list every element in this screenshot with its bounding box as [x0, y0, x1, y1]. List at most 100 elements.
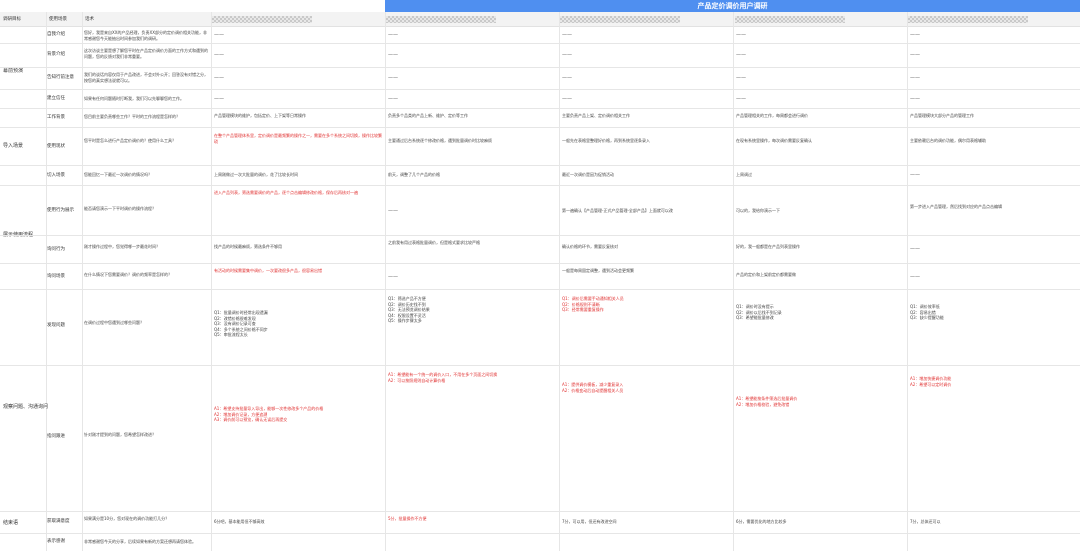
answer-empty: —— — [214, 96, 224, 102]
answer-cell[interactable]: 主要通过后台系统逐个修改价格，遇到批量调价时比较麻烦 — [388, 138, 556, 158]
answer-empty: —— — [388, 208, 398, 214]
answer-cell[interactable]: 产品管理模块大部分产品的管理工作 — [910, 113, 1078, 125]
answer-cell[interactable]: 5分，批量操作不方便 — [388, 516, 556, 530]
answer-empty: —— — [736, 75, 746, 81]
answer-empty: —— — [388, 274, 398, 280]
scene-label: 背景介绍 — [47, 52, 65, 57]
answer-empty: —— — [214, 32, 224, 38]
script-cell[interactable]: 您平时是怎么进行产品定价调价的？使用什么工具？ — [84, 138, 208, 156]
table-row[interactable]: 发现问题 在调价过程中您遇到过哪些问题？ Q1：批量调价时经常出现遗漏 Q2：改… — [0, 290, 1080, 366]
answer-empty: —— — [910, 274, 920, 280]
answer-cell[interactable]: A1：希望能有一个统一的调价入口，不用在多个页面之间切换 A2：可以按照规则自动… — [388, 372, 556, 502]
answer-cell[interactable]: 上周刚做过一次大批量的调价，花了比较长时间 — [214, 172, 382, 182]
answer-cell[interactable]: 进入产品列表，筛选需要调价的产品，逐个点击编辑修改价格，保存后再核对一遍 — [214, 190, 382, 232]
scene-label: 工作背景 — [47, 115, 65, 120]
answer-empty: —— — [214, 52, 224, 58]
table-row[interactable]: 询问场景 在什么情况下您需要调价？调价的频率是怎样的？ 有活动的时候需要集中调价… — [0, 264, 1080, 290]
answer-cell[interactable]: 好的，我一般都是在产品列表里操作 — [736, 244, 904, 256]
spreadsheet: 产品定价调价用户调研 调研目标 使用场景 话术 幕前预演 导入场景 展示使用流程… — [0, 0, 1080, 551]
answer-empty: —— — [388, 32, 398, 38]
table-row[interactable]: 使用行为展示 能否请您演示一下平时调价的操作流程？ 进入产品列表，筛选需要调价的… — [0, 186, 1080, 236]
answer-empty: —— — [910, 75, 920, 81]
answer-cell[interactable]: 找产品的时候最麻烦，筛选条件不够用 — [214, 244, 382, 256]
table-row[interactable]: 询问行为 刚才操作过程中，您觉得哪一步最花时间？ 找产品的时候最麻烦，筛选条件不… — [0, 236, 1080, 264]
table-row[interactable]: 获取满意度 如果满分是10分，您对现在的调价功能打几分？ 6分吧，基本能用但不够… — [0, 512, 1080, 534]
answer-cell[interactable]: A1：希望能按条件筛选后批量调价 A2：增加价格校验，避免改错 — [736, 396, 904, 476]
answer-empty: —— — [214, 75, 224, 81]
script-cell[interactable]: 能否请您演示一下平时调价的操作流程？ — [84, 206, 208, 218]
answer-cell[interactable]: 一般先在表格里整理好价格，再到系统里逐条录入 — [562, 138, 730, 158]
script-cell[interactable]: 您好，我是来自XX的产品经理，负责XX部分的定价调价相关功能，非常感谢您今天能抽… — [84, 30, 208, 42]
answer-cell[interactable]: Q1：调价效率低 Q2：容易出错 Q3：缺少提醒功能 — [910, 304, 1078, 344]
sheet-title: 产品定价调价用户调研 — [385, 0, 1080, 12]
answer-cell[interactable]: 6分，需要优化的地方比较多 — [736, 519, 904, 527]
answer-cell[interactable]: 在整个产品管理体系里，定价调价是最频繁的操作之一，需要在多个系统之间切换，操作比… — [214, 133, 382, 163]
header-redacted-5 — [908, 16, 1028, 23]
answer-cell[interactable]: 确认价格的环节，需要反复核对 — [562, 244, 730, 256]
answer-cell[interactable]: Q1：批量调价时经常出现遗漏 Q2：改错价格很难发现 Q3：没有调价记录可查 Q… — [214, 310, 382, 350]
table-row[interactable]: 指问跟进 针对刚才提到的问题，您希望怎样改进？ A1：希望支持批量导入导出，能够… — [0, 366, 1080, 512]
table-row[interactable]: 建立信任 如果有任何问题随时打断我，我们可以先聊聊您的工作。 —— —— —— … — [0, 90, 1080, 109]
answer-cell[interactable]: 主要负责产品上架、定价调价相关工作 — [562, 113, 730, 125]
answer-cell[interactable]: Q1：调价时没有提示 Q2：调价以后找不到记录 Q3：希望能批量修改 — [736, 304, 904, 344]
answer-cell[interactable]: 有活动的时候需要集中调价，一次要改很多产品，很容易出错 — [214, 268, 382, 286]
scene-label: 建立信任 — [47, 96, 65, 101]
answer-cell[interactable]: 最近一次调价是因为促销活动 — [562, 172, 730, 182]
answer-cell[interactable]: Q1：调价后需要手动通知相关人员 Q2：价格规则不清晰 Q3：经常需要重复操作 — [562, 296, 730, 356]
scene-label: 使用现状 — [47, 144, 65, 149]
script-cell[interactable]: 在什么情况下您需要调价？调价的频率是怎样的？ — [84, 272, 208, 284]
answer-cell[interactable]: 6分吧，基本能用但不够高效 — [214, 519, 382, 527]
script-cell[interactable]: 您目前主要负责哪些工作？平时的工作流程是怎样的？ — [84, 114, 208, 125]
answer-cell[interactable]: 主要依赖后台的调价功能，偶尔用表格辅助 — [910, 138, 1078, 158]
scene-label: 发现问题 — [47, 323, 65, 328]
answer-cell[interactable]: 第一遍确认【产品管理-正式产品管理-全部产品】上面就可以改 — [562, 208, 730, 218]
scene-label: 指问跟进 — [47, 434, 65, 439]
answer-cell[interactable]: 之前我有用过表格批量调价，但是格式要求比较严格 — [388, 240, 556, 260]
script-cell[interactable]: 如果有任何问题随时打断我，我们可以先聊聊您的工作。 — [84, 96, 208, 106]
answer-cell[interactable]: 产品管理模块的维护，包括定价、上下架等日常操作 — [214, 113, 382, 125]
script-cell[interactable]: 在调价过程中您遇到过哪些问题？ — [84, 320, 208, 332]
scene-label: 告知行前注意 — [47, 75, 74, 80]
answer-cell[interactable]: 7分，可以用，但还有改进空间 — [562, 519, 730, 527]
answer-cell[interactable]: 7分，总体还可以 — [910, 519, 1078, 527]
header-redacted-4 — [735, 16, 845, 23]
script-cell[interactable]: 您能回忆一下最近一次调价的情况吗？ — [84, 172, 208, 182]
header-goal[interactable]: 调研目标 — [0, 12, 46, 27]
table-row[interactable]: 使用现状 您平时是怎么进行产品定价调价的？使用什么工具？ 在整个产品管理体系里，… — [0, 128, 1080, 166]
script-cell[interactable]: 这次访谈主要是想了解您平时在产品定价调价方面的工作方式和遇到的问题，您的反馈对我… — [84, 48, 208, 66]
script-cell[interactable]: 刚才操作过程中，您觉得哪一步最花时间？ — [84, 244, 208, 256]
table-row[interactable]: 告知行前注意 我们的谈话内容仅用于产品改进，不会对外公开；回答没有对错之分，按您… — [0, 68, 1080, 90]
answer-cell[interactable]: 在现有系统里操作，每次调价需要反复确认 — [736, 138, 904, 158]
answer-cell[interactable]: 一般是每周固定调整，遇到活动会更频繁 — [562, 268, 730, 286]
script-cell[interactable]: 针对刚才提到的问题，您希望怎样改进？ — [84, 432, 208, 444]
table-row[interactable]: 表示感谢 非常感谢您今天的分享，后续如果有新的方案还想再请您体验。 — [0, 534, 1080, 551]
answer-cell[interactable]: A1：增加快捷调价功能 A2：希望可以定时调价 — [910, 376, 1078, 496]
table-row[interactable]: 切入场景 您能回忆一下最近一次调价的情况吗？ 上周刚做过一次大批量的调价，花了比… — [0, 166, 1080, 186]
script-cell[interactable]: 非常感谢您今天的分享，后续如果有新的方案还想再请您体验。 — [84, 539, 208, 547]
header-script[interactable]: 话术 — [82, 12, 212, 27]
answer-empty: —— — [562, 96, 572, 102]
scene-label: 获取满意度 — [47, 519, 70, 524]
answer-cell[interactable]: Q1：筛选产品不方便 Q2：调价历史找不到 Q3：无法预览调价结果 Q4：权限设… — [388, 296, 556, 356]
answer-cell[interactable]: 前天，调整了几个产品的价格 — [388, 172, 556, 182]
scene-label: 切入场景 — [47, 173, 65, 178]
answer-cell[interactable]: 第一步进入产品管理，然后找到对应的产品点击编辑 — [910, 204, 1078, 220]
answer-empty: —— — [910, 32, 920, 38]
answer-cell[interactable]: A1：提供调价模板，减少重复录入 A2：价格变动后自动提醒相关人员 — [562, 382, 730, 482]
answer-empty: —— — [562, 52, 572, 58]
answer-cell[interactable]: 负责多个品类的产品上新、维护、定价等工作 — [388, 113, 556, 125]
answer-cell[interactable]: A1：希望支持批量导入导出，能够一次性修改多个产品的价格 A2：增加调价记录，方… — [214, 406, 382, 476]
scene-label: 使用行为展示 — [47, 208, 74, 213]
header-scene[interactable]: 使用场景 — [46, 12, 82, 27]
script-cell[interactable]: 如果满分是10分，您对现在的调价功能打几分？ — [84, 516, 208, 530]
table-row[interactable]: 工作背景 您目前主要负责哪些工作？平时的工作流程是怎样的？ 产品管理模块的维护，… — [0, 109, 1080, 128]
answer-cell[interactable]: 产品管理相关的工作，每周都会进行调价 — [736, 113, 904, 125]
answer-cell[interactable]: 可以的，我给你演示一下 — [736, 208, 904, 218]
table-row[interactable]: 自我介绍 您好，我是来自XX的产品经理，负责XX部分的定价调价相关功能，非常感谢… — [0, 27, 1080, 44]
answer-cell[interactable]: 上周调过 — [736, 172, 904, 182]
answer-empty: —— — [388, 96, 398, 102]
table-row[interactable]: 背景介绍 这次访谈主要是想了解您平时在产品定价调价方面的工作方式和遇到的问题，您… — [0, 44, 1080, 68]
answer-empty: —— — [736, 52, 746, 58]
answer-cell[interactable]: 产品的定价和上架前定价都需要做 — [736, 272, 904, 284]
script-cell[interactable]: 我们的谈话内容仅用于产品改进，不会对外公开；回答没有对错之分，按您的真实想法说就… — [84, 72, 208, 88]
